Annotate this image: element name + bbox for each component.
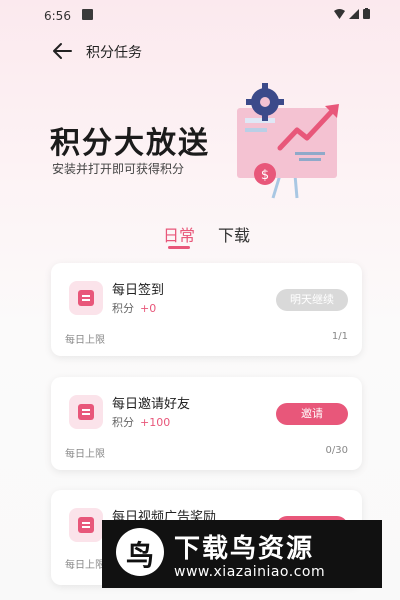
task-icon [69, 508, 103, 542]
daily-limit-label: 每日上限 [65, 560, 105, 571]
hero-subtitle: 安装并打开即可获得积分 [52, 162, 185, 176]
task-name: 每日邀请好友 [112, 397, 191, 412]
daily-limit-label: 每日上限 [65, 335, 105, 346]
status-time: 6:56 [44, 9, 71, 23]
page-title: 积分任务 [86, 45, 142, 61]
watermark-logo-char: 鸟 [125, 539, 154, 572]
status-icons [334, 8, 370, 19]
daily-limit-label: 每日上限 [65, 449, 105, 460]
task-card-invite: 每日邀请好友 积分 +100 邀请 每日上限 0/30 [51, 377, 362, 470]
status-bar: 6:56 [0, 0, 400, 30]
task-count: 0/30 [325, 445, 348, 456]
notification-icon [82, 9, 93, 20]
hero-title: 积分大放送 [50, 126, 210, 161]
points-label: 积分 [112, 302, 134, 315]
points-label: 积分 [112, 416, 134, 429]
continue-tomorrow-button[interactable]: 明天继续 [276, 289, 348, 311]
watermark-url: www.xiazainiao.com [174, 564, 326, 580]
tab-indicator [168, 246, 190, 249]
task-count: 1/1 [331, 331, 348, 342]
points-value: +100 [140, 416, 171, 429]
task-name: 每日签到 [112, 283, 165, 298]
watermark-title: 下载鸟资源 [174, 534, 315, 564]
signal-icon [349, 8, 359, 19]
task-icon [69, 395, 103, 429]
points-illustration: $ [237, 83, 339, 199]
watermark-logo: 鸟 [116, 528, 164, 576]
tab-daily[interactable]: 日常 [163, 222, 195, 246]
task-points: 积分 +0 [112, 300, 156, 316]
task-points: 积分 +100 [112, 414, 170, 430]
wifi-icon [334, 8, 345, 19]
watermark-banner: 鸟 下载鸟资源 www.xiazainiao.com [102, 520, 382, 588]
task-card-checkin: 每日签到 积分 +0 明天继续 每日上限 1/1 [51, 263, 362, 356]
svg-text:$: $ [261, 168, 269, 183]
back-arrow-icon[interactable] [50, 40, 74, 62]
tab-download[interactable]: 下载 [218, 222, 250, 246]
battery-icon [363, 8, 370, 19]
task-icon [69, 281, 103, 315]
invite-button[interactable]: 邀请 [276, 403, 348, 425]
screen: 6:56 积分任务 积分大放送 安装并打开即可获得积分 $ 日常 下载 每日签到… [0, 0, 400, 600]
points-value: +0 [140, 302, 157, 315]
